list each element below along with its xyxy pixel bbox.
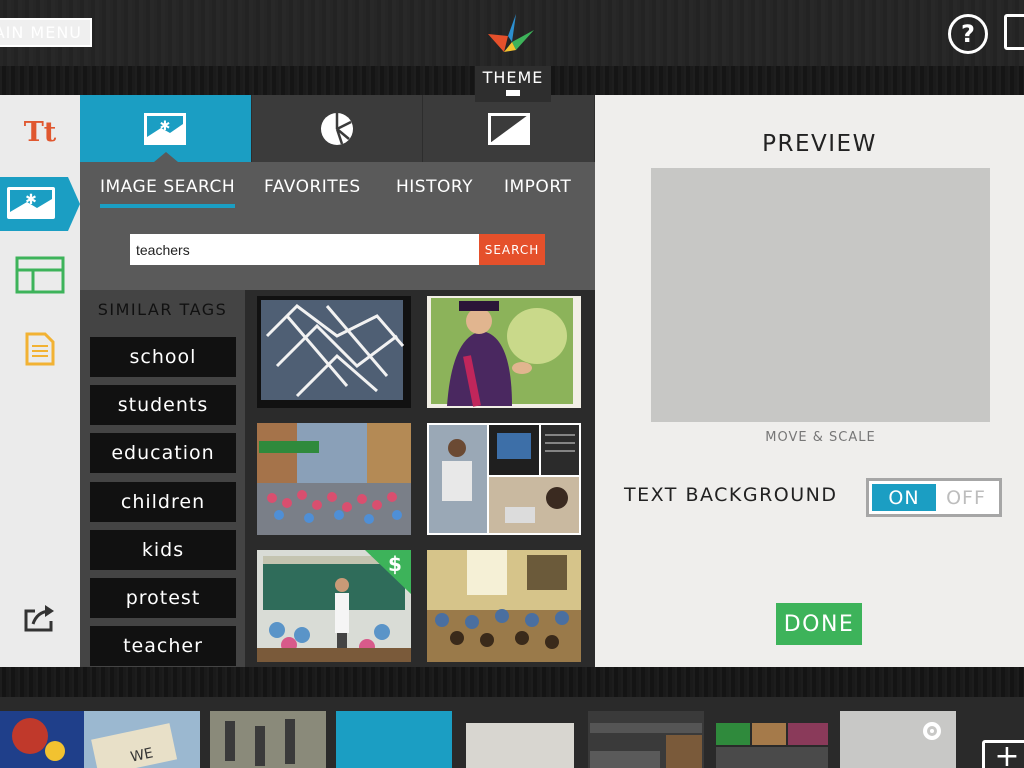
search-button[interactable]: SEARCH	[479, 234, 545, 265]
tab-favorites[interactable]: FAVORITES	[264, 177, 361, 197]
preview-title: PREVIEW	[762, 131, 877, 157]
slide-thumbnail[interactable]	[462, 711, 578, 768]
slide-thumbnail[interactable]	[210, 711, 326, 768]
search-input[interactable]	[130, 234, 479, 265]
tab-background[interactable]	[423, 95, 596, 162]
tag-item[interactable]: education	[90, 433, 236, 473]
slide-thumbnail[interactable]	[714, 711, 830, 768]
tag-item[interactable]: protest	[90, 578, 236, 618]
text-tool-icon[interactable]: Tt	[0, 107, 80, 157]
share-icon[interactable]	[0, 600, 80, 636]
tag-item[interactable]: teacher	[90, 626, 236, 666]
tool-sidebar: Tt ✱	[0, 95, 80, 667]
preview-panel: PREVIEW MOVE & SCALE TEXT BACKGROUND ON …	[595, 95, 1024, 667]
help-button[interactable]: ?	[948, 14, 988, 54]
fullscreen-icon[interactable]	[1004, 14, 1024, 50]
top-bar: AIN MENU ?	[0, 0, 1024, 66]
slide-thumbnail[interactable]	[336, 711, 452, 768]
results-area: SIMILAR TAGS school students education c…	[80, 290, 595, 667]
slide-thumbnail[interactable]	[588, 711, 704, 768]
layout-tool-icon[interactable]	[0, 255, 80, 295]
image-source-tabs: IMAGE SEARCH FAVORITES HISTORY IMPORT	[80, 177, 595, 208]
tab-charts[interactable]	[251, 95, 424, 162]
main-menu-button[interactable]: AIN MENU	[0, 18, 92, 47]
toggle-off[interactable]: OFF	[936, 484, 996, 511]
tab-import[interactable]: IMPORT	[504, 177, 571, 197]
image-tool-icon[interactable]: ✱	[0, 177, 80, 231]
slide-thumbnail[interactable]: WE	[84, 711, 200, 768]
similar-tags-title: SIMILAR TAGS	[97, 300, 228, 319]
similar-tags: SIMILAR TAGS school students education c…	[80, 290, 245, 667]
background-icon	[487, 112, 530, 145]
tag-item[interactable]: children	[90, 482, 236, 522]
image-result[interactable]	[427, 296, 581, 408]
toggle-on[interactable]: ON	[872, 484, 936, 511]
menu-lines-icon	[506, 90, 520, 96]
done-button[interactable]: DONE	[776, 603, 862, 645]
image-icon: ✱	[144, 112, 187, 145]
text-background-label: TEXT BACKGROUND	[624, 484, 838, 506]
theme-tab[interactable]: THEME	[475, 66, 551, 102]
tab-image-search[interactable]: IMAGE SEARCH	[100, 177, 236, 208]
pie-chart-icon	[321, 112, 353, 145]
mode-tabs: ✱	[80, 95, 596, 162]
image-result[interactable]	[427, 423, 581, 535]
image-result[interactable]	[427, 550, 581, 662]
premium-badge: $	[388, 552, 402, 576]
media-panel: ✱ IMAGE SEARCH FAVORITES HISTORY IMPORT …	[80, 95, 596, 667]
add-slide-button[interactable]: +	[982, 740, 1024, 768]
filmstrip-divider	[0, 667, 1024, 697]
image-result[interactable]	[257, 423, 411, 535]
slide-filmstrip: WE	[0, 697, 1024, 768]
svg-text:✱: ✱	[160, 119, 171, 134]
move-scale-label[interactable]: MOVE & SCALE	[651, 430, 990, 445]
tag-item[interactable]: school	[90, 337, 236, 377]
preview-canvas[interactable]	[651, 168, 990, 422]
tag-item[interactable]: kids	[90, 530, 236, 570]
slide-thumbnail[interactable]	[840, 711, 956, 768]
image-result[interactable]	[257, 296, 411, 408]
text-background-toggle[interactable]: ON OFF	[866, 478, 1002, 517]
svg-text:✱: ✱	[25, 192, 37, 208]
tab-history[interactable]: HISTORY	[396, 177, 473, 197]
document-tool-icon[interactable]	[0, 329, 80, 369]
theme-label: THEME	[482, 68, 544, 87]
image-result[interactable]: $	[257, 550, 411, 662]
tag-item[interactable]: students	[90, 385, 236, 425]
app-logo	[488, 14, 534, 52]
tab-images[interactable]: ✱	[80, 95, 252, 162]
